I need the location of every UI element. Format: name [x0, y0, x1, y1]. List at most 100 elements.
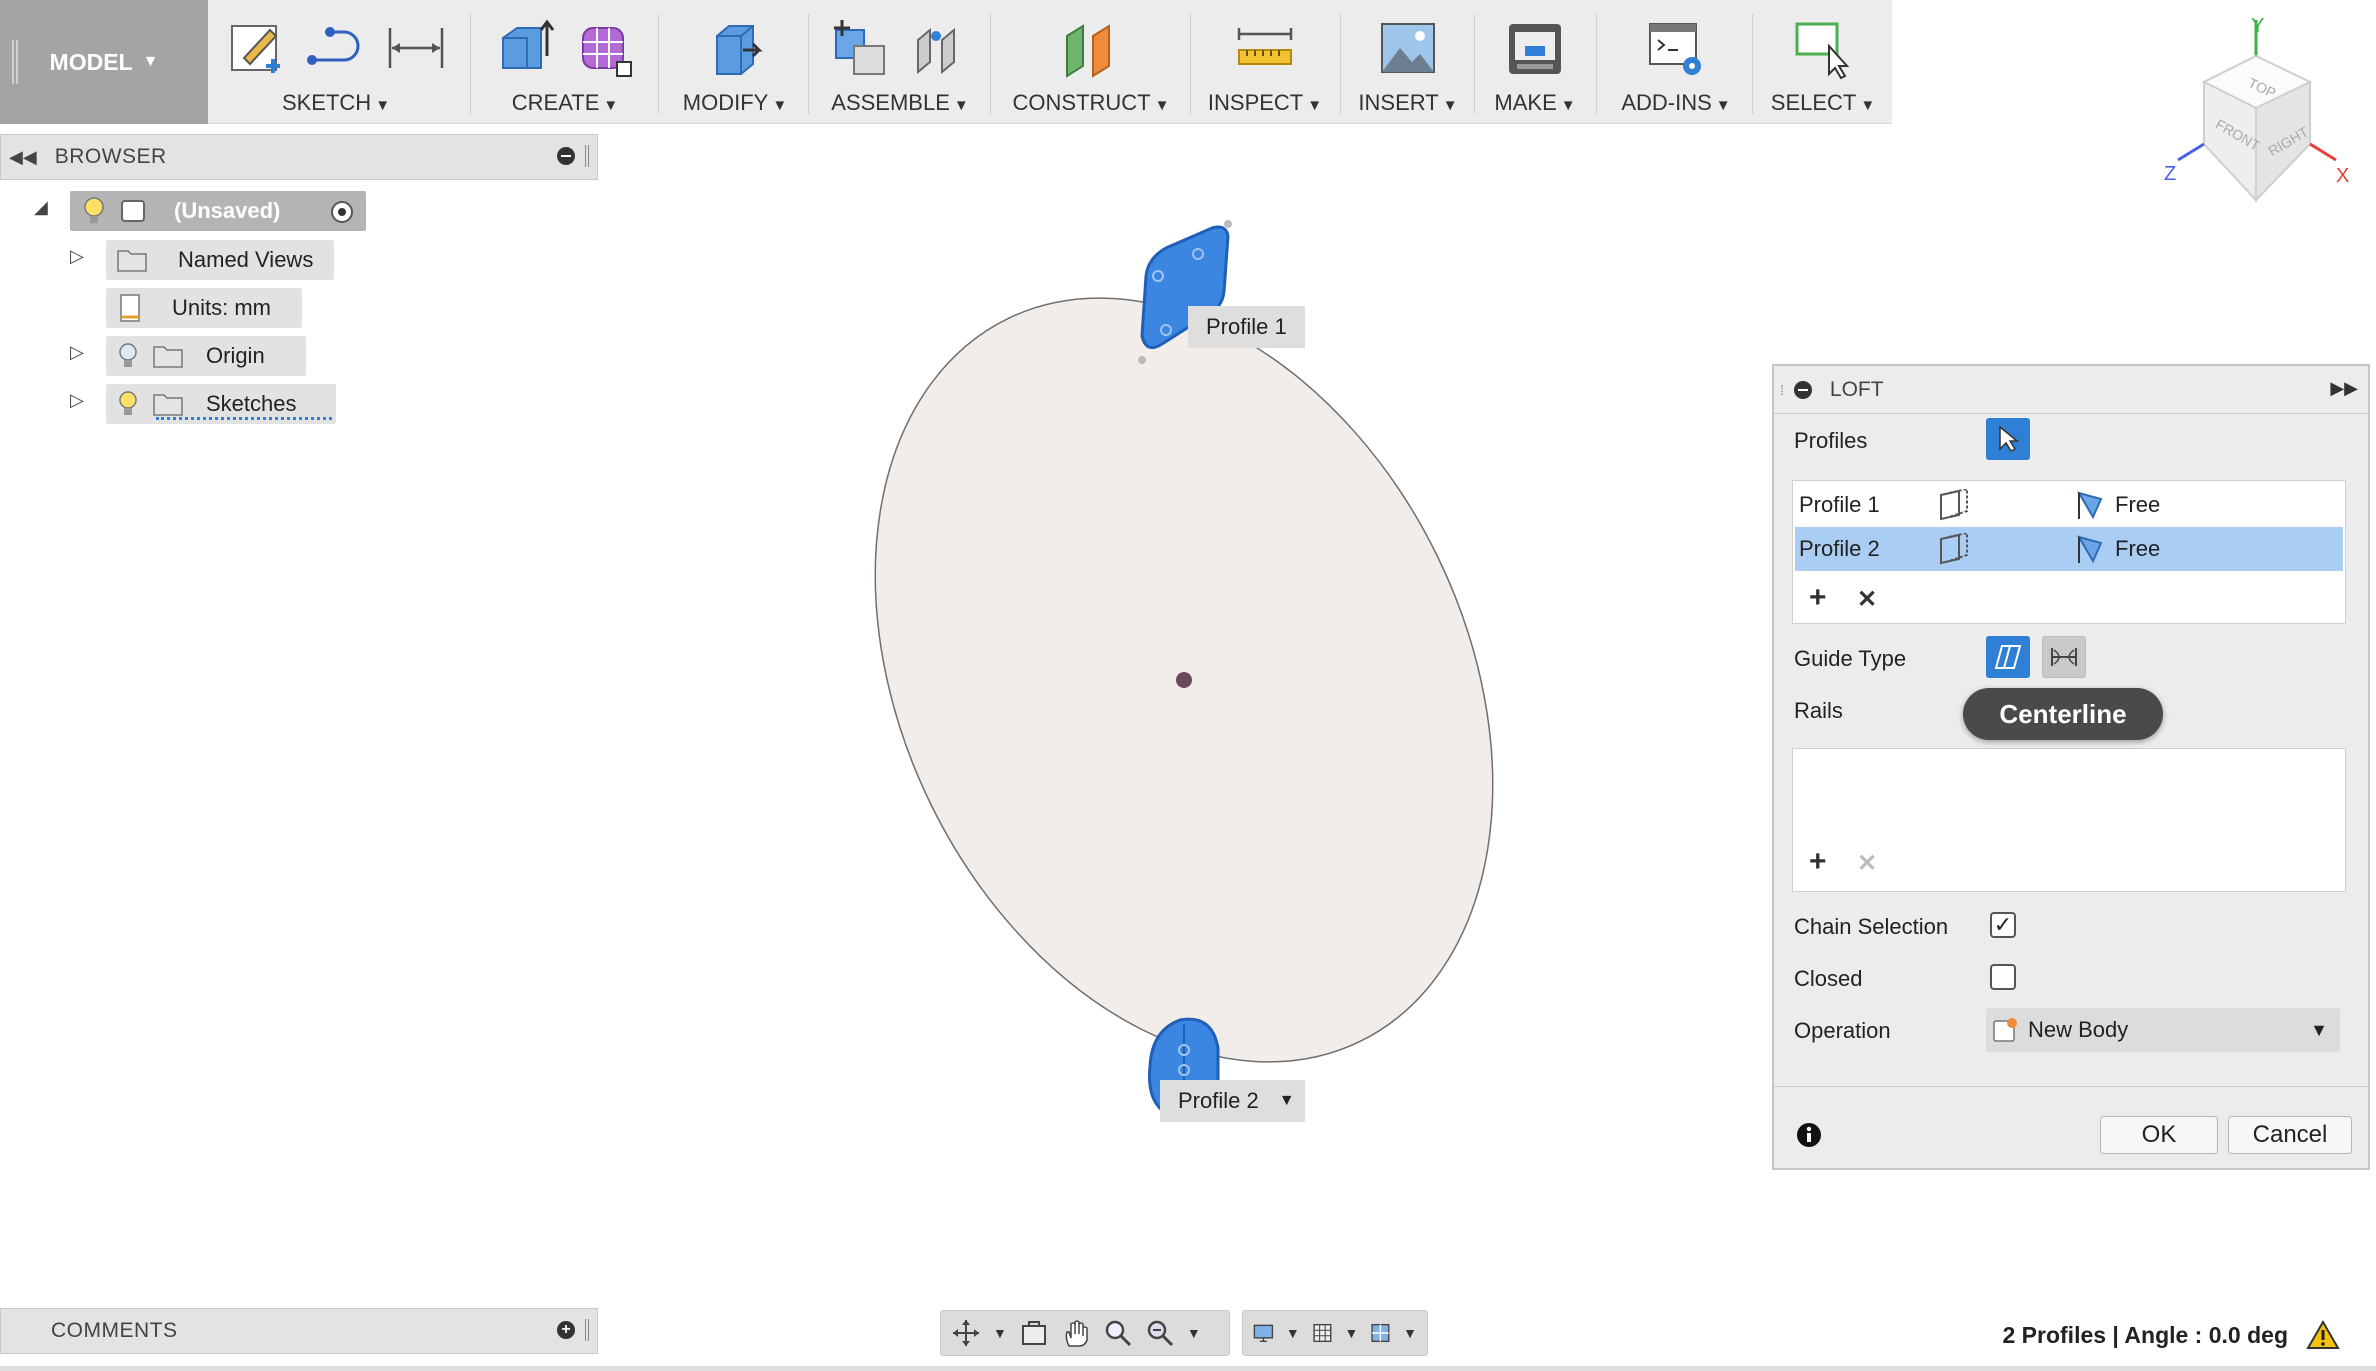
lightbulb-icon[interactable]	[82, 196, 106, 226]
profile-row-name: Profile 1	[1799, 492, 1880, 517]
chevron-down-icon: ▼	[2310, 1020, 2328, 1040]
toolbar-group-construct[interactable]: CONSTRUCT ▼	[994, 0, 1188, 124]
minimize-dialog-icon[interactable]	[1793, 380, 1812, 399]
insert-image-icon[interactable]	[1376, 16, 1440, 80]
viewports-icon[interactable]	[1370, 1318, 1391, 1348]
rails-guide-icon	[1994, 645, 2022, 669]
guide-type-centerline-button[interactable]	[2042, 636, 2086, 678]
workspace-switcher-button[interactable]: MODEL ▼	[0, 0, 208, 124]
checkmark-icon: ✓	[1993, 912, 2013, 937]
add-profile-icon[interactable]: +	[1809, 581, 1827, 615]
chevron-down-icon[interactable]: ▼	[1279, 1092, 1295, 1110]
select-icon[interactable]	[1791, 16, 1855, 80]
inspect-menu-label: INSPECT	[1207, 90, 1304, 115]
create-menu-label: CREATE	[511, 90, 600, 115]
chain-selection-checkbox[interactable]: ✓	[1990, 912, 2016, 938]
toolbar-group-select[interactable]: SELECT ▼	[1756, 0, 1890, 124]
chevron-down-icon[interactable]: ▼	[1403, 1325, 1417, 1341]
profile-1-label: Profile 1	[1206, 314, 1287, 339]
add-comment-icon[interactable]: +	[557, 1321, 575, 1339]
assemble-menu-label: ASSEMBLE	[831, 90, 950, 115]
profile-1-tag[interactable]: Profile 1	[1188, 306, 1305, 348]
press-pull-icon[interactable]	[703, 16, 767, 80]
navigation-tools-group: ▼ ▼	[940, 1310, 1230, 1356]
zoom-icon[interactable]	[1103, 1318, 1133, 1348]
profile-2-tag[interactable]: Profile 2 ▼	[1160, 1080, 1305, 1122]
add-rail-icon[interactable]: +	[1809, 845, 1827, 879]
grid-settings-icon[interactable]	[1312, 1318, 1333, 1348]
insert-menu-label: INSERT	[1358, 90, 1439, 115]
extrude-icon[interactable]	[493, 16, 557, 80]
measure-icon[interactable]	[1233, 16, 1297, 80]
guide-type-rails-button[interactable]	[1986, 636, 2030, 678]
expand-triangle-icon[interactable]: ▷	[70, 390, 84, 411]
offset-plane-icon[interactable]	[1059, 16, 1123, 80]
chevron-down-icon[interactable]: ▼	[993, 1325, 1007, 1341]
toolbar-group-create[interactable]: CREATE ▼	[476, 0, 654, 124]
x-axis-label: X	[2336, 165, 2349, 187]
drag-handle-icon[interactable]: ⁞	[1780, 382, 1784, 398]
profiles-select-button[interactable]	[1986, 418, 2030, 460]
end-condition-icon[interactable]	[2075, 489, 2109, 521]
comments-panel-header[interactable]: COMMENTS +	[0, 1308, 598, 1354]
pan-hand-icon[interactable]	[1061, 1318, 1091, 1348]
connected-profile-icon[interactable]	[1935, 489, 1971, 521]
toolbar-group-addins[interactable]: ADD-INS ▼	[1600, 0, 1752, 124]
chevron-down-icon[interactable]: ▼	[1344, 1325, 1358, 1341]
viewcube[interactable]: Y TOP FRONT RIGHT X Z	[2160, 10, 2360, 210]
warning-icon[interactable]	[2306, 1320, 2340, 1350]
lightbulb-icon[interactable]	[116, 389, 140, 419]
browser-title: BROWSER	[54, 145, 167, 168]
3d-print-icon[interactable]	[1503, 16, 1567, 80]
document-icon	[121, 200, 145, 222]
expand-triangle-icon[interactable]: ▷	[70, 246, 84, 267]
expand-dialog-icon[interactable]: ▶▶	[2330, 378, 2358, 399]
loft-dialog-header[interactable]: ⁞ LOFT ▶▶	[1774, 366, 2368, 414]
chevron-down-icon[interactable]: ▼	[1187, 1325, 1201, 1341]
panel-resize-handle[interactable]	[585, 145, 589, 167]
activate-radio-icon[interactable]	[330, 200, 354, 224]
make-menu-label: MAKE	[1494, 90, 1557, 115]
toolbar-grip[interactable]	[12, 40, 18, 84]
toolbar-group-inspect[interactable]: INSPECT ▼	[1196, 0, 1334, 124]
look-at-icon[interactable]	[1019, 1318, 1049, 1348]
panel-resize-handle[interactable]	[585, 1319, 589, 1341]
profile-condition: Free	[2115, 536, 2161, 561]
expand-triangle-icon[interactable]: ◢	[34, 197, 48, 218]
toolbar-group-make[interactable]: MAKE ▼	[1478, 0, 1592, 124]
folder-icon	[153, 394, 183, 416]
profile-row-selected[interactable]: Profile 2 Free	[1795, 527, 2343, 571]
chevron-down-icon[interactable]: ▼	[1286, 1325, 1300, 1341]
line-tool-icon[interactable]	[304, 16, 368, 80]
cancel-button[interactable]: Cancel	[2228, 1116, 2352, 1154]
display-settings-icon[interactable]	[1253, 1318, 1274, 1348]
toolbar-group-assemble[interactable]: ASSEMBLE ▼	[812, 0, 988, 124]
orbit-icon[interactable]	[951, 1318, 981, 1348]
dimension-icon[interactable]	[384, 16, 448, 80]
folder-icon	[117, 250, 147, 272]
display-settings-group: ▼ ▼ ▼	[1242, 1310, 1428, 1356]
scripts-addins-icon[interactable]	[1644, 16, 1708, 80]
minimize-panel-icon[interactable]	[557, 147, 575, 165]
info-icon[interactable]	[1796, 1122, 1822, 1148]
sketch-center-point[interactable]	[1176, 672, 1192, 688]
form-icon[interactable]	[573, 16, 637, 80]
joint-icon[interactable]	[908, 16, 972, 80]
fit-zoom-icon[interactable]	[1145, 1318, 1175, 1348]
remove-profile-icon[interactable]: ✕	[1857, 585, 1877, 614]
end-condition-icon[interactable]	[2075, 533, 2109, 565]
lightbulb-icon[interactable]	[116, 341, 140, 371]
expand-triangle-icon[interactable]: ▷	[70, 342, 84, 363]
create-sketch-icon[interactable]	[224, 16, 288, 80]
toolbar-group-modify[interactable]: MODIFY ▼	[662, 0, 808, 124]
collapse-panel-icon[interactable]: ◀◀	[9, 147, 37, 168]
sketch-ellipse[interactable]	[754, 195, 1613, 1165]
connected-profile-icon[interactable]	[1935, 533, 1971, 565]
operation-select[interactable]: New Body ▼	[1986, 1008, 2340, 1052]
new-component-icon[interactable]	[828, 16, 892, 80]
closed-checkbox[interactable]	[1990, 964, 2016, 990]
ok-button[interactable]: OK	[2100, 1116, 2218, 1154]
profile-row[interactable]: Profile 1 Free	[1795, 483, 2343, 527]
toolbar-group-sketch[interactable]: SKETCH ▼	[212, 0, 460, 124]
toolbar-group-insert[interactable]: INSERT ▼	[1346, 0, 1470, 124]
